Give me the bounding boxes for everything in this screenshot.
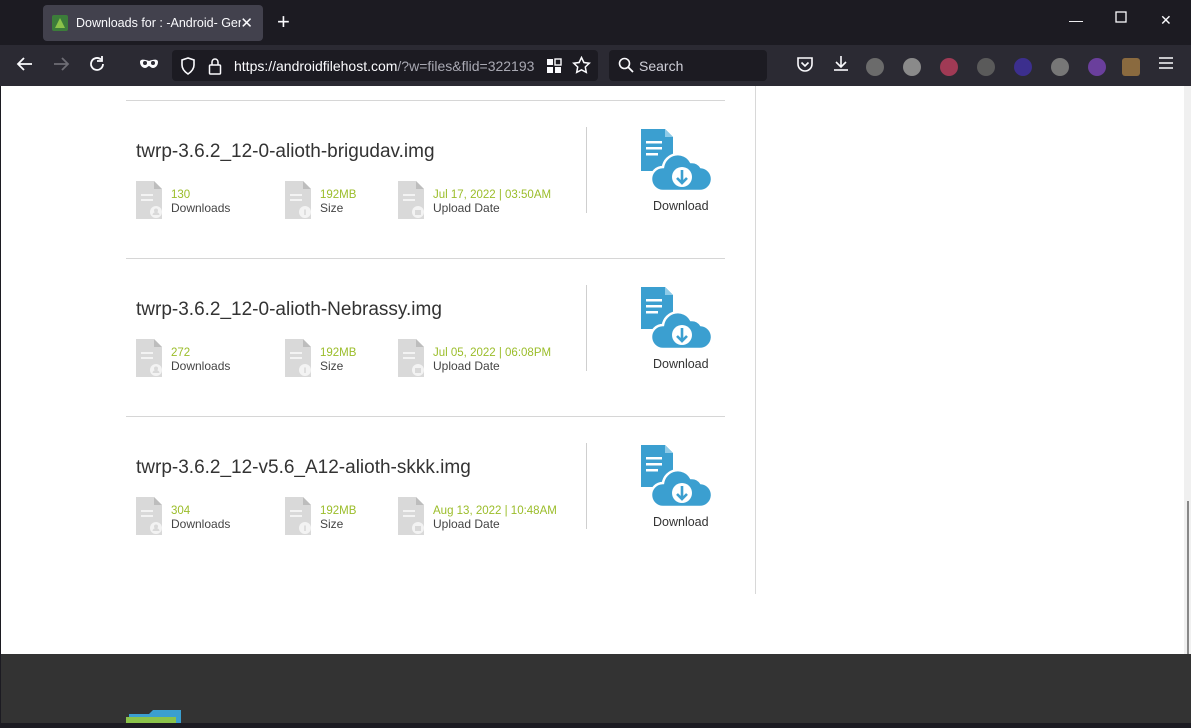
download-button[interactable]: Download (641, 445, 714, 535)
vertical-separator (586, 285, 587, 371)
lock-icon[interactable] (208, 57, 222, 80)
bookmark-star-icon[interactable] (572, 55, 591, 80)
cloud-download-icon (641, 287, 714, 351)
search-input[interactable]: Search (609, 50, 767, 81)
file-separator (126, 258, 725, 259)
file-size: 192MB (320, 347, 357, 359)
downloads-count: 304 (171, 505, 191, 517)
size-doc-icon (285, 339, 311, 377)
file-entry: twrp-3.6.2_12-0-alioth-brigudav.img 130 … (126, 127, 726, 281)
upload-date-doc-icon (398, 497, 424, 535)
size-label: Size (320, 359, 344, 373)
upload-date: Jul 05, 2022 | 06:08PM (433, 347, 552, 359)
page-footer (1, 654, 1191, 723)
file-entry: twrp-3.6.2_12-v5.6_A12-alioth-skkk.img 3… (126, 443, 726, 597)
downloads-doc-icon (136, 339, 162, 377)
search-icon (618, 57, 634, 78)
maximize-icon[interactable] (1115, 10, 1127, 26)
forward-icon[interactable] (52, 55, 70, 77)
size-label: Size (320, 201, 344, 215)
download-button[interactable]: Download (641, 287, 714, 377)
downloads-count: 130 (171, 189, 191, 201)
back-icon[interactable] (16, 55, 34, 77)
file-size: 192MB (320, 505, 357, 517)
browser-tab[interactable]: Downloads for : -Android- Generic ✕ (43, 5, 263, 41)
extension-7-icon[interactable] (1088, 58, 1106, 76)
upload-date: Jul 17, 2022 | 03:50AM (433, 189, 552, 201)
download-label: Download (653, 357, 709, 371)
upload-date-doc-icon (398, 339, 424, 377)
reload-icon[interactable] (88, 55, 106, 77)
cloud-download-icon (641, 129, 714, 193)
upload-date: Aug 13, 2022 | 10:48AM (433, 505, 557, 517)
size-doc-icon (285, 181, 311, 219)
extension-2-icon[interactable] (903, 58, 921, 76)
site-favicon-icon (52, 15, 68, 31)
vertical-separator (586, 127, 587, 213)
minimize-icon[interactable]: — (1069, 12, 1083, 28)
file-name[interactable]: twrp-3.6.2_12-v5.6_A12-alioth-skkk.img (136, 457, 471, 479)
extension-4-icon[interactable] (977, 58, 995, 76)
page-scrollbar[interactable] (1184, 86, 1191, 654)
downloads-doc-icon (136, 497, 162, 535)
file-name[interactable]: twrp-3.6.2_12-0-alioth-brigudav.img (136, 141, 435, 163)
file-separator (126, 416, 725, 417)
extension-3-icon[interactable] (940, 58, 958, 76)
downloads-doc-icon (136, 181, 162, 219)
menu-icon[interactable] (1158, 55, 1174, 75)
extension-1-icon[interactable] (866, 58, 884, 76)
tab-close-icon[interactable]: ✕ (240, 14, 253, 32)
address-bar[interactable]: https://androidfilehost.com/?w=files&fli… (172, 50, 598, 81)
new-tab-icon[interactable]: + (277, 11, 290, 33)
private-browsing-icon (139, 56, 159, 76)
upload-date-label: Upload Date (433, 201, 500, 215)
downloads-label: Downloads (171, 517, 231, 531)
upload-date-doc-icon (398, 181, 424, 219)
close-window-icon[interactable]: ✕ (1160, 12, 1172, 29)
extension-8-icon[interactable] (1122, 58, 1140, 76)
file-name[interactable]: twrp-3.6.2_12-0-alioth-Nebrassy.img (136, 299, 442, 321)
file-entry: twrp-3.6.2_12-0-alioth-Nebrassy.img 272 … (126, 285, 726, 439)
search-placeholder: Search (639, 58, 684, 74)
sidebar-divider (755, 86, 756, 594)
tab-title: Downloads for : -Android- Generic (76, 16, 241, 30)
upload-date-label: Upload Date (433, 359, 500, 373)
vertical-separator (586, 443, 587, 529)
download-button[interactable]: Download (641, 129, 714, 219)
scrollbar-thumb[interactable] (1187, 501, 1189, 654)
downloads-label: Downloads (171, 359, 231, 373)
extension-5-icon[interactable] (1014, 58, 1032, 76)
title-bar: Downloads for : -Android- Generic ✕ + — … (0, 0, 1191, 45)
downloads-count: 272 (171, 347, 191, 359)
site-logo-icon (126, 708, 184, 723)
downloads-label: Downloads (171, 201, 231, 215)
navigation-bar: https://androidfilehost.com/?w=files&fli… (0, 45, 1191, 86)
url-text[interactable]: https://androidfilehost.com/?w=files&fli… (234, 58, 534, 74)
download-label: Download (653, 515, 709, 529)
size-doc-icon (285, 497, 311, 535)
file-size: 192MB (320, 189, 357, 201)
extension-6-icon[interactable] (1051, 58, 1069, 76)
size-label: Size (320, 517, 344, 531)
pocket-icon[interactable] (796, 55, 814, 77)
tracking-shield-icon[interactable] (180, 57, 196, 80)
upload-date-label: Upload Date (433, 517, 500, 531)
download-label: Download (653, 199, 709, 213)
reader-view-icon[interactable] (546, 58, 562, 79)
downloads-icon[interactable] (832, 55, 850, 77)
page-content: twrp-3.6.2_12-0-alioth-brigudav.img 130 … (1, 86, 1184, 654)
cloud-download-icon (641, 445, 714, 509)
file-separator (126, 100, 725, 101)
